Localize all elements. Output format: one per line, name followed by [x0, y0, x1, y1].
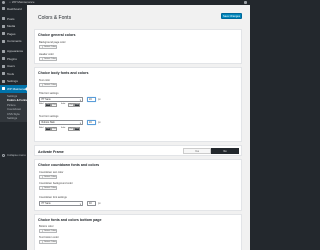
text-font-select[interactable]: Roboto Slab ▾: [39, 120, 83, 125]
header-color-label: Header color: [39, 53, 54, 56]
sidebar-item-settings[interactable]: Settings: [0, 78, 27, 86]
media-icon: [2, 24, 5, 28]
body-fonts-card: Choice body fonts and colors Text color …: [34, 67, 242, 142]
size-unit: px: [98, 121, 101, 124]
sidebar-item-appearance[interactable]: Appearance: [0, 48, 27, 56]
bottom-color-label: Bottom color: [39, 225, 54, 228]
countdown-bg-color-picker[interactable]: Select Color: [39, 186, 57, 190]
wrench-icon: [2, 72, 5, 76]
title-italic-off-toggle[interactable]: Off: [74, 103, 80, 107]
bottom-page-card: Choice fonts and colors bottom page Bott…: [34, 214, 242, 250]
dashboard-icon: [2, 7, 5, 11]
text-font-label: Text font settings: [39, 115, 59, 118]
sidebar-item-pages[interactable]: Pages: [0, 30, 27, 38]
submenu-item-settings-2[interactable]: Settings: [0, 116, 27, 121]
user-avatar-icon[interactable]: [244, 1, 247, 4]
comment-icon: [2, 39, 5, 43]
pin-icon: [2, 17, 5, 21]
chevron-down-icon: ▾: [79, 202, 81, 206]
section-title: Choice fonts and colors bottom page: [38, 218, 102, 222]
sidebar-item-tools[interactable]: Tools: [0, 70, 27, 78]
text-bottom-color-label: Text bottom color: [39, 236, 59, 239]
background-color-picker[interactable]: Select Color: [39, 45, 57, 49]
countdown-font-label: Countdown font settings: [39, 196, 67, 199]
activate-frame-no-toggle[interactable]: No: [211, 148, 239, 154]
maintenance-icon: [2, 87, 5, 91]
submenu: Settings Colors & Fonts Picture Countdow…: [0, 92, 27, 123]
section-title: Choice body fonts and colors: [38, 71, 89, 75]
countdown-bg-color-label: Countdown background color: [39, 182, 73, 185]
page-icon: [2, 32, 5, 36]
section-title: Choice countdown fonts and colors: [38, 163, 100, 167]
section-title: Choice general colors: [38, 33, 76, 37]
sidebar-item-wp-maintenance[interactable]: WP Maintenance: [0, 85, 27, 93]
text-italic-off-toggle[interactable]: Off: [74, 127, 80, 131]
bottom-color-picker[interactable]: Select Color: [39, 229, 57, 233]
sidebar-item-posts[interactable]: Posts: [0, 15, 27, 23]
settings-icon: [2, 79, 5, 83]
sidebar-item-dashboard[interactable]: Dashboard: [0, 5, 27, 13]
title-bold-off-toggle[interactable]: Off: [51, 103, 57, 107]
title-font-select[interactable]: PT Sans ▾: [39, 97, 83, 102]
collapse-icon: [2, 153, 5, 157]
wordpress-logo-icon[interactable]: [2, 1, 5, 4]
countdown-text-color-label: Countdown text color: [39, 171, 64, 174]
background-color-label: Background page color: [39, 41, 66, 44]
text-color-label: Text color: [39, 79, 51, 82]
header-color-picker[interactable]: Select Color: [39, 57, 57, 61]
sidebar-item-plugins[interactable]: Plugins: [0, 55, 27, 63]
sidebar-item-comments[interactable]: Comments: [0, 38, 27, 46]
countdown-font-size-input[interactable]: 40: [87, 201, 96, 206]
general-colors-card: Choice general colors Background page co…: [34, 29, 242, 64]
admin-sidebar: Dashboard Posts Media Pages Comments App…: [0, 5, 27, 250]
chevron-down-icon: ▾: [79, 121, 81, 125]
title-font-size-input[interactable]: 16: [87, 97, 96, 102]
countdown-font-select[interactable]: PT Sans ▾: [39, 201, 83, 206]
user-icon: [2, 64, 5, 68]
page-title: Colors & Fonts: [38, 15, 72, 21]
italic-label: Italic: [61, 103, 66, 105]
countdown-fonts-card: Choice countdown fonts and colors Countd…: [34, 159, 242, 211]
activate-frame-card: Activate Frame Yes No: [34, 145, 242, 156]
title-font-label: Title font settings: [39, 92, 59, 95]
main-content: Colors & Fonts Save Changes Choice gener…: [27, 5, 250, 250]
activate-frame-yes-toggle[interactable]: Yes: [183, 148, 211, 154]
plug-icon: [2, 57, 5, 61]
bold-label: Bold: [39, 103, 44, 105]
size-unit: px: [98, 202, 101, 205]
size-unit: px: [98, 98, 101, 101]
italic-label: Italic: [61, 127, 66, 129]
brush-icon: [2, 49, 5, 53]
text-color-picker[interactable]: Select Color: [39, 83, 57, 87]
save-changes-button[interactable]: Save Changes: [221, 13, 242, 19]
text-font-size-input[interactable]: 16: [87, 120, 96, 125]
sidebar-item-media[interactable]: Media: [0, 23, 27, 31]
collapse-menu-button[interactable]: Collapse menu: [2, 153, 26, 157]
chevron-down-icon: ▾: [79, 98, 81, 102]
text-bottom-color-picker[interactable]: Select Color: [39, 240, 57, 244]
countdown-text-color-picker[interactable]: Select Color: [39, 175, 57, 179]
bold-label: Bold: [39, 127, 44, 129]
section-title: Activate Frame: [38, 149, 64, 154]
sidebar-item-users[interactable]: Users: [0, 63, 27, 71]
text-bold-off-toggle[interactable]: Off: [51, 127, 57, 131]
